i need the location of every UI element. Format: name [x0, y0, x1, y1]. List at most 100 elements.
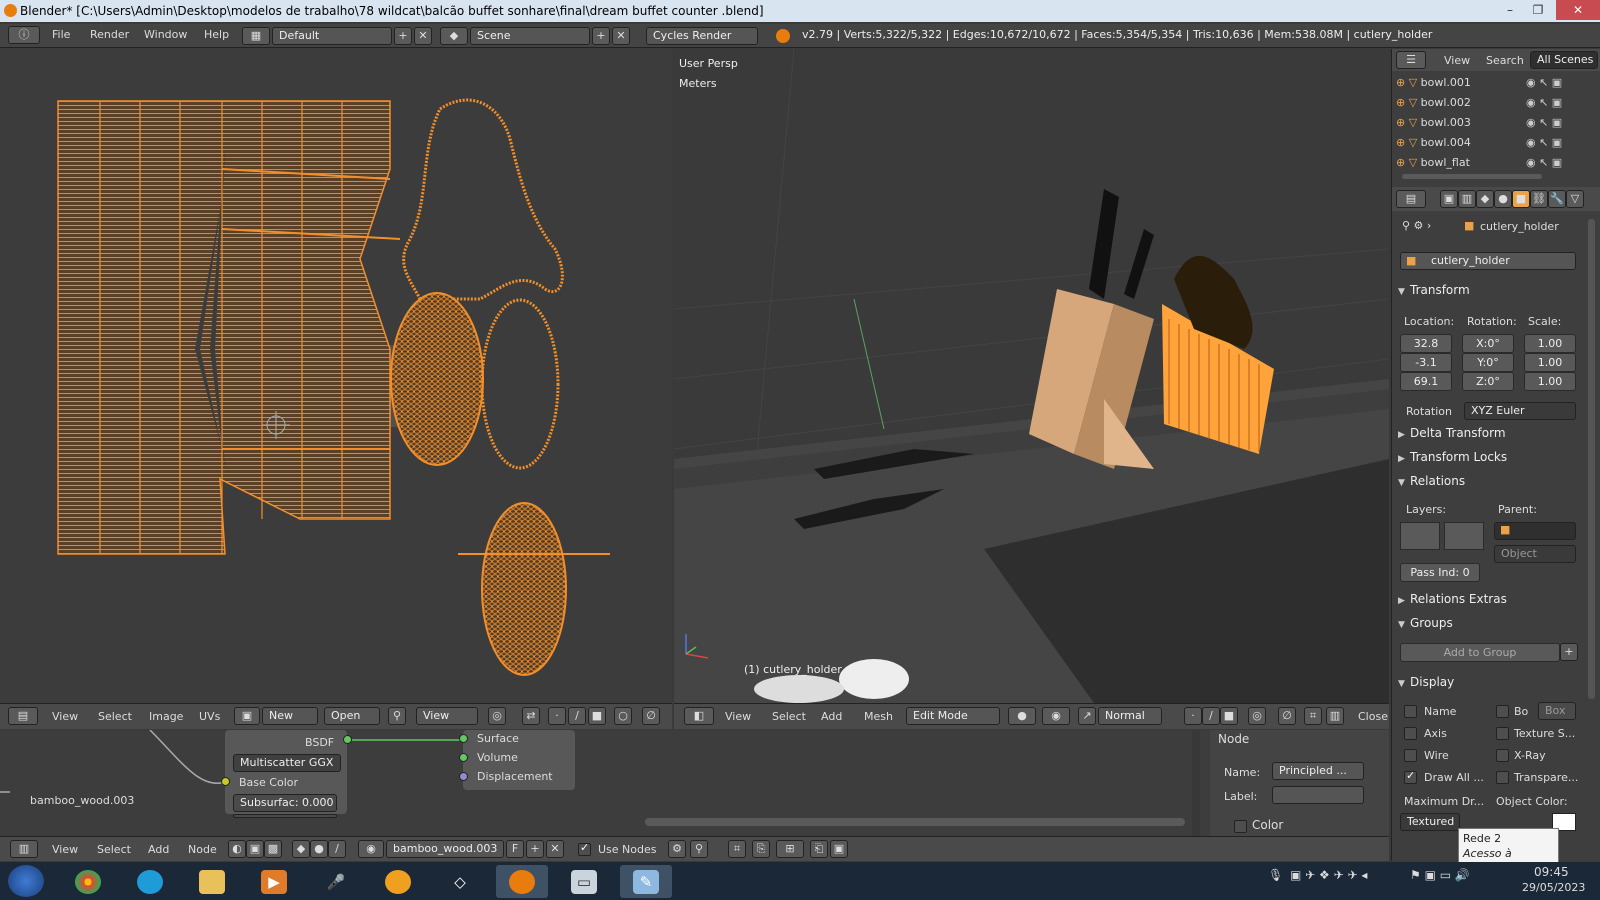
render-layers-tab-icon[interactable]: ▥ — [1458, 190, 1476, 208]
display-name-checkbox[interactable] — [1404, 705, 1417, 718]
proportional-edit-icon[interactable]: ◎ — [1248, 707, 1266, 725]
outliner-row[interactable]: ⊕ ▽ bowl.004 ◉ ↖ ▣ — [1396, 133, 1576, 153]
add-to-group-button[interactable]: Add to Group — [1400, 643, 1560, 662]
linestyle-icon[interactable]: / — [328, 840, 346, 858]
manipulator-icon[interactable]: ↗ — [1078, 707, 1096, 725]
outliner-filter-select[interactable]: All Scenes — [1530, 51, 1598, 69]
transform-orientation-select[interactable]: Normal — [1098, 707, 1162, 725]
base-color-socket[interactable] — [221, 777, 230, 786]
node-editor-scrollbar[interactable] — [645, 818, 1185, 826]
snap-target-icon[interactable]: ⌗ — [1304, 707, 1322, 725]
material-output-node[interactable]: Surface Volume Displacement — [463, 730, 575, 790]
texture-node-label[interactable]: bamboo_wood.003 — [30, 794, 134, 807]
parent-type-select[interactable]: Object — [1494, 545, 1576, 563]
add-layout-icon[interactable]: + — [394, 27, 412, 45]
outliner-row[interactable]: ⊕ ▽ bowl.001 ◉ ↖ ▣ — [1396, 73, 1576, 93]
node-menu-select[interactable]: Select — [97, 843, 131, 856]
node-menu-add[interactable]: Add — [148, 843, 169, 856]
display-transparent-checkbox[interactable] — [1496, 771, 1509, 784]
menu-render[interactable]: Render — [90, 28, 129, 41]
rotation-y-field[interactable]: Y:0° — [1462, 353, 1514, 372]
proportional-icon[interactable]: ○ — [614, 707, 632, 725]
pivot-point-icon[interactable]: ◉ — [1042, 707, 1070, 725]
tray-system-icons[interactable]: ⚑ ▣ ▭ 🔊 — [1410, 868, 1470, 882]
3d-viewport[interactable]: User Persp Meters (1) cutlery_holder — [674, 49, 1389, 703]
chrome-taskbar-icon[interactable] — [62, 865, 114, 898]
snap-icon[interactable]: ∅ — [642, 707, 660, 725]
minimize-button[interactable]: – — [1496, 0, 1524, 20]
image-browse-icon[interactable]: ▣ — [234, 707, 260, 725]
display-draw-all-checkbox[interactable] — [1404, 769, 1417, 784]
pin-icon[interactable]: ⚲ ⚙ › — [1402, 219, 1431, 232]
location-y-field[interactable]: -3.1 — [1400, 353, 1452, 372]
delta-transform-header[interactable]: ▶ Delta Transform — [1398, 423, 1584, 443]
shading-mode-icon[interactable]: ● — [1008, 707, 1036, 725]
node-color-section[interactable]: Color — [1252, 818, 1283, 832]
layer-grid-1[interactable] — [1400, 522, 1440, 550]
sync-select-icon[interactable]: ⇄ — [522, 707, 540, 725]
relations-extras-header[interactable]: ▶ Relations Extras — [1398, 589, 1584, 609]
tray-mic-icon[interactable]: 🎙 — [1268, 868, 1283, 882]
pin-tree-icon[interactable]: ⚲ — [690, 840, 708, 858]
outliner-row[interactable]: ⊕ ▽ bowl.003 ◉ ↖ ▣ — [1396, 113, 1576, 133]
unlink-material-icon[interactable]: ✕ — [546, 840, 564, 858]
scene-field[interactable]: Scene — [470, 27, 590, 45]
uv-island-bean[interactable] — [402, 98, 564, 301]
subsurface-field[interactable]: Subsurfac: 0.000 — [233, 794, 337, 812]
compositing-nodes-icon[interactable]: ▣ — [246, 840, 264, 858]
pivot-icon[interactable]: ◎ — [488, 707, 506, 725]
object-shader-icon[interactable]: ◆ — [292, 840, 310, 858]
face-mode-icon[interactable]: ■ — [1220, 707, 1238, 725]
node-editor[interactable]: BSDF Multiscatter GGX Base Color Subsurf… — [0, 730, 1389, 836]
view3d-menu-view[interactable]: View — [725, 710, 751, 723]
location-z-field[interactable]: 69.1 — [1400, 372, 1452, 391]
scene-icon[interactable]: ◆ — [440, 27, 468, 45]
terminal-taskbar-icon[interactable]: ▭ — [558, 865, 610, 898]
principled-bsdf-node[interactable]: BSDF Multiscatter GGX Base Color Subsurf… — [225, 730, 347, 818]
uv-island-oval-left[interactable] — [390, 292, 484, 466]
close-window-button[interactable]: ✕ — [1556, 0, 1600, 20]
groups-panel-header[interactable]: ▼ Groups — [1398, 613, 1584, 633]
app-taskbar-icon[interactable] — [372, 865, 424, 898]
rotation-mode-select[interactable]: XYZ Euler — [1464, 402, 1576, 420]
visibility-icon[interactable]: ◉ ↖ ▣ — [1526, 93, 1562, 113]
render-engine-select[interactable]: Cycles Render — [646, 27, 758, 45]
open-image-button[interactable]: Open — [324, 707, 380, 725]
menu-help[interactable]: Help — [204, 28, 229, 41]
scale-z-field[interactable]: 1.00 — [1524, 372, 1576, 391]
volume-socket[interactable] — [459, 753, 468, 762]
texture-nodes-icon[interactable]: ▩ — [264, 840, 282, 858]
node-render-icon[interactable]: ▣ — [830, 840, 848, 858]
layer-grid-2[interactable] — [1444, 522, 1484, 550]
modifiers-tab-icon[interactable]: 🔧 — [1548, 190, 1566, 208]
outliner-row[interactable]: ⊕ ▽ bowl_flat ◉ ↖ ▣ — [1396, 153, 1576, 173]
snap-element-icon[interactable]: ∅ — [1278, 707, 1296, 725]
node-copy-icon[interactable]: ⎘ — [752, 840, 770, 858]
node-label-field[interactable] — [1272, 786, 1364, 804]
view3d-menu-mesh[interactable]: Mesh — [864, 710, 893, 723]
uv-menu-view[interactable]: View — [52, 710, 78, 723]
node-menu-view[interactable]: View — [52, 843, 78, 856]
blender-taskbar-icon[interactable] — [496, 865, 548, 898]
vertex-select-icon[interactable]: · — [548, 707, 566, 725]
new-image-button[interactable]: New — [262, 707, 318, 725]
edge-mode-icon[interactable]: / — [1202, 707, 1220, 725]
scene-tab-icon[interactable]: ◆ — [1476, 190, 1494, 208]
backdrop-icon[interactable]: ⚙ — [668, 840, 686, 858]
remove-layout-icon[interactable]: ✕ — [414, 27, 432, 45]
display-texture-space-checkbox[interactable] — [1496, 727, 1509, 740]
color-toggle-checkbox[interactable] — [1234, 820, 1247, 833]
uv-island-oval-bottom[interactable] — [481, 502, 567, 676]
uv-image-editor[interactable] — [0, 49, 672, 703]
bounds-type-select[interactable]: Box — [1538, 702, 1576, 720]
uv-menu-uvs[interactable]: UVs — [199, 710, 220, 723]
media-player-taskbar-icon[interactable]: ▶ — [248, 865, 300, 898]
node-snap-icon[interactable]: ⌗ — [728, 840, 746, 858]
visibility-icon[interactable]: ◉ ↖ ▣ — [1526, 113, 1562, 133]
node-snap-mode-icon[interactable]: ⊞ — [776, 840, 804, 858]
transform-locks-header[interactable]: ▶ Transform Locks — [1398, 447, 1584, 467]
object-name-field[interactable]: cutlery_holder — [1400, 252, 1576, 270]
new-group-icon[interactable]: + — [1560, 643, 1578, 661]
start-button[interactable] — [8, 865, 44, 897]
distribution-select[interactable]: Multiscatter GGX — [233, 754, 341, 772]
